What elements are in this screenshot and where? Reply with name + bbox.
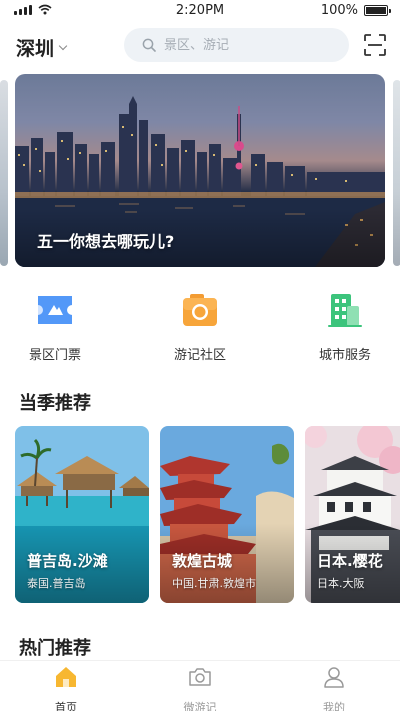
banner-carousel[interactable]: 五一你想去哪玩儿? bbox=[15, 74, 385, 267]
home-icon bbox=[56, 667, 76, 687]
section-title-seasonal: 当季推荐 bbox=[19, 393, 91, 414]
bottom-tab-bar: 首页 微游记 我的 bbox=[0, 660, 400, 711]
quick-entry-label: 城市服务 bbox=[318, 348, 371, 363]
tab-travel-notes[interactable]: 微游记 bbox=[160, 665, 240, 711]
quick-entry-community[interactable]: 游记社区 bbox=[150, 288, 250, 363]
tab-label: 首页 bbox=[55, 701, 77, 711]
tab-profile[interactable]: 我的 bbox=[294, 665, 374, 711]
city-selector[interactable]: 深圳 bbox=[16, 34, 68, 61]
camera-icon bbox=[189, 668, 211, 686]
destination-card[interactable]: 敦煌古城 中国.甘肃.敦煌市 bbox=[160, 426, 294, 603]
chevron-down-icon bbox=[58, 41, 68, 50]
card-location: 日本.大阪 bbox=[317, 577, 365, 590]
ticket-icon bbox=[35, 290, 75, 330]
city-name: 深圳 bbox=[16, 38, 55, 60]
destination-card[interactable]: 普吉岛.沙滩 泰国.普吉岛 bbox=[15, 426, 149, 603]
card-title: 敦煌古城 bbox=[172, 552, 233, 570]
battery-icon bbox=[364, 5, 391, 16]
tab-label: 微游记 bbox=[183, 701, 217, 711]
scan-icon[interactable] bbox=[364, 34, 386, 56]
battery-fill bbox=[366, 7, 386, 14]
status-bar: 2:20PM 100% bbox=[0, 0, 400, 22]
tab-home[interactable]: 首页 bbox=[26, 665, 106, 711]
banner-caption: 五一你想去哪玩儿? bbox=[37, 232, 175, 251]
search-input[interactable] bbox=[164, 37, 334, 53]
quick-entry-tickets[interactable]: 景区门票 bbox=[5, 288, 105, 363]
quick-entry-label: 景区门票 bbox=[28, 348, 81, 363]
section-title-hot: 热门推荐 bbox=[19, 638, 91, 659]
seasonal-card-row: 普吉岛.沙滩 泰国.普吉岛 敦煌古城 中国.甘肃.敦煌市 日本.樱花 日本.大阪 bbox=[0, 426, 400, 604]
card-title: 普吉岛.沙滩 bbox=[27, 552, 108, 570]
camera-icon bbox=[180, 290, 220, 330]
quick-entry-label: 游记社区 bbox=[173, 348, 226, 363]
user-icon bbox=[324, 667, 344, 688]
quick-entry-row: 景区门票 游记社区 城市服务 bbox=[0, 288, 400, 368]
destination-card[interactable]: 日本.樱花 日本.大阪 bbox=[305, 426, 400, 603]
search-bar[interactable] bbox=[124, 28, 349, 62]
quick-entry-city-services[interactable]: 城市服务 bbox=[295, 288, 395, 363]
card-title: 日本.樱花 bbox=[317, 552, 383, 570]
card-location: 中国.甘肃.敦煌市 bbox=[172, 577, 256, 590]
banner-prev-peek[interactable] bbox=[0, 80, 8, 266]
status-right: 100% bbox=[320, 3, 391, 18]
tab-label: 我的 bbox=[323, 701, 345, 711]
search-icon bbox=[142, 38, 156, 52]
building-icon bbox=[325, 290, 365, 330]
battery-percent: 100% bbox=[320, 3, 358, 18]
banner-next-peek[interactable] bbox=[393, 80, 400, 266]
header: 深圳 bbox=[0, 22, 400, 68]
card-location: 泰国.普吉岛 bbox=[27, 577, 86, 590]
